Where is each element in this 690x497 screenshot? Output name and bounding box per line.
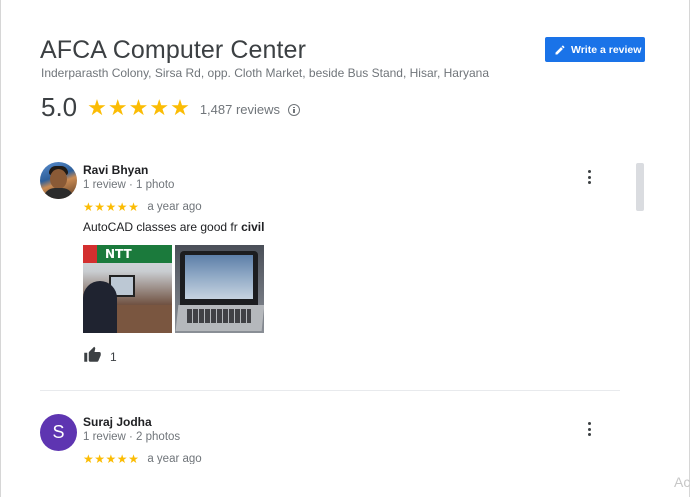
star-icon: ★ [94,200,106,214]
reviewer-meta: 1 review · 1 photo [83,179,175,191]
rating-summary: 5.0 ★ ★ ★ ★ ★ 1,487 reviews [41,92,301,123]
review-time: a year ago [147,201,202,213]
star-icon: ★ [170,94,190,120]
review-divider [40,390,620,391]
info-icon[interactable] [288,103,301,116]
star-icon: ★ [83,200,95,214]
avatar[interactable]: S [40,414,77,451]
review-photos: NTT [83,245,264,333]
write-review-label: Write a review [571,43,642,56]
star-icon: ★ [87,94,107,120]
review-time: a year ago [147,453,202,464]
more-vert-icon[interactable] [588,422,592,436]
place-title: AFCA Computer Center [40,36,306,64]
reviewer-name[interactable]: Suraj Jodha [83,415,152,429]
review-photo[interactable]: NTT [83,245,172,333]
review-text: AutoCAD classes are good fr civil [83,220,264,234]
rating-value: 5.0 [41,92,78,122]
thumb-up-icon[interactable] [83,346,102,364]
star-icon: ★ [128,94,149,120]
star-icon: ★ [149,94,170,120]
review-photo[interactable] [175,245,264,333]
corner-ad-label: Ac [674,474,690,490]
write-review-button[interactable]: Write a review [545,37,645,62]
reviewer-meta: 1 review · 2 photos [83,431,181,443]
like-count: 1 [110,349,117,364]
pencil-icon [555,44,565,54]
star-icon: ★ [128,200,140,214]
like-row: 1 [83,346,117,364]
review-text-prefix: AutoCAD classes are good fr [83,220,242,234]
star-icon: ★ [94,452,106,464]
star-icon: ★ [105,200,117,214]
review-count[interactable]: 1,487 reviews [200,102,280,117]
review-stars: ★★★★★ [83,450,139,464]
avatar-letter: S [52,422,65,442]
scrollbar-thumb[interactable] [636,163,644,211]
review-stars: ★★★★★ [83,198,139,216]
star-icon: ★ [83,452,95,464]
star-icon: ★ [107,94,128,120]
review-rating-row: ★★★★★ a year ago [83,198,202,216]
star-icon: ★ [128,452,140,464]
review-item: S Suraj Jodha 1 review · 2 photos ★★★★★ … [40,414,620,464]
star-icon: ★ [116,200,129,214]
reviewer-name[interactable]: Ravi Bhyan [83,163,148,177]
place-address: Inderparasth Colony, Sirsa Rd, opp. Clot… [41,66,490,80]
review-rating-row: ★★★★★ a year ago [83,450,202,464]
star-icon: ★ [116,452,129,464]
photo-banner-text: NTT [105,247,132,261]
review-text-bold: civil [241,220,265,234]
more-vert-icon[interactable] [588,170,592,184]
rating-stars: ★ ★ ★ ★ ★ [87,94,190,120]
avatar[interactable] [40,162,77,199]
star-icon: ★ [105,452,117,464]
